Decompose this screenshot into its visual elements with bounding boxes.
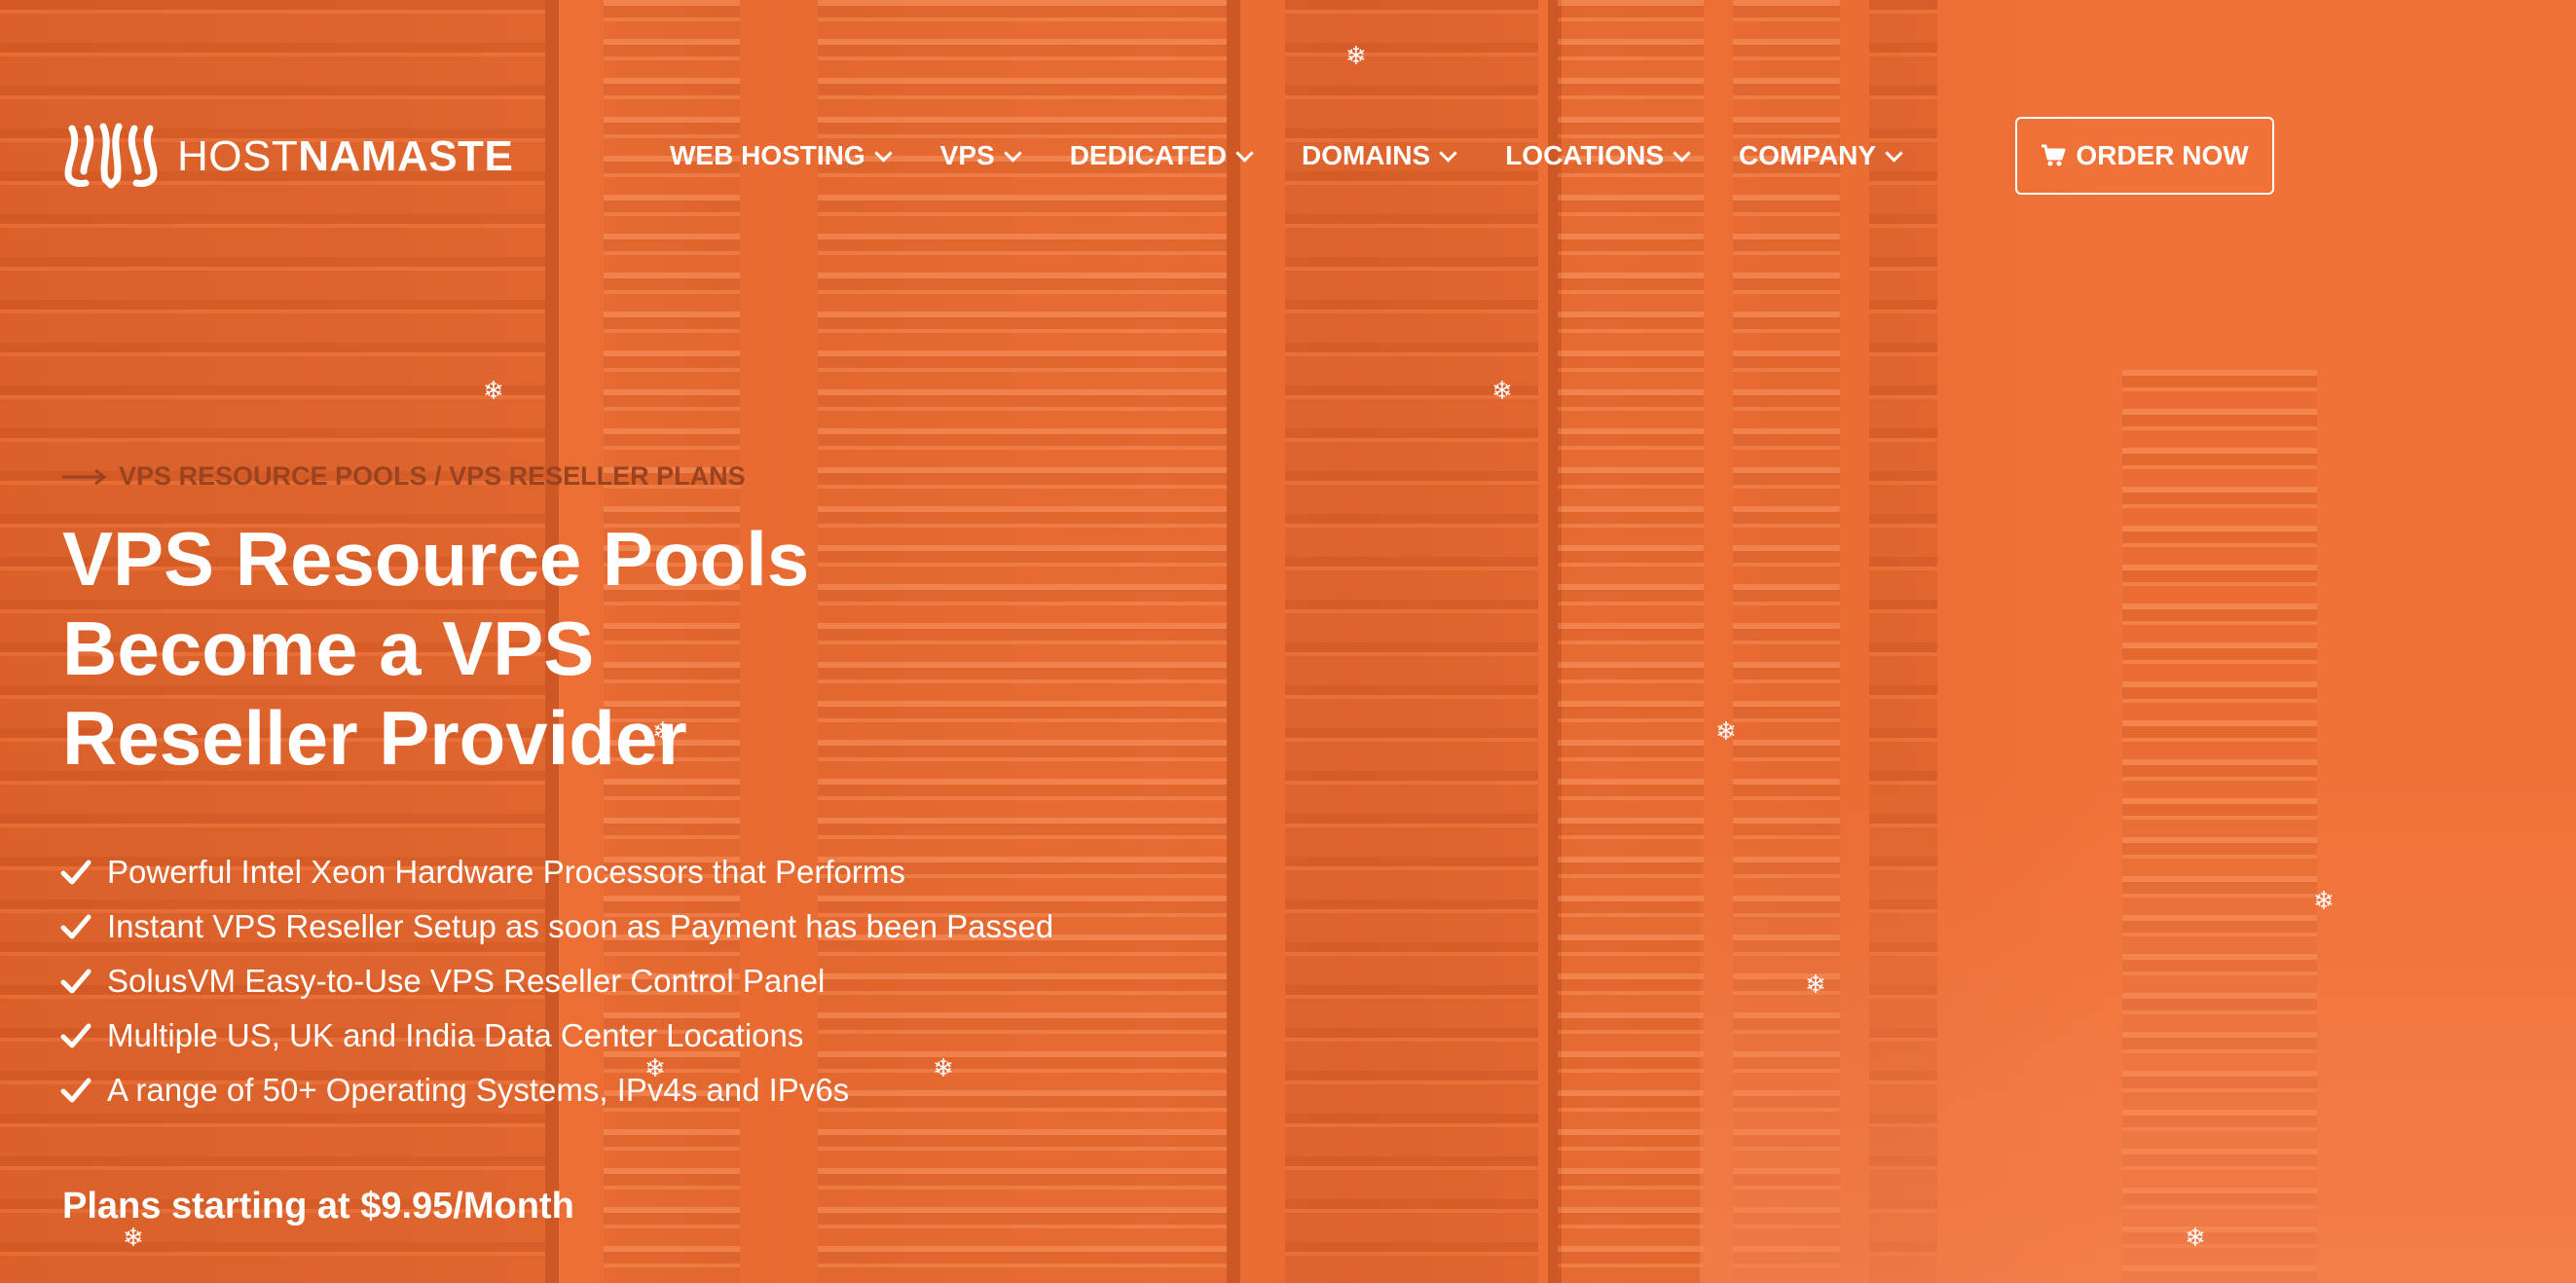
cart-icon [2042, 144, 2066, 166]
page-title: VPS Resource Pools Become a VPS Reseller… [62, 514, 809, 783]
namaste-hands-icon [64, 123, 158, 189]
snowflake-icon: ❄ [483, 376, 504, 405]
chevron-down-icon [1439, 143, 1457, 163]
chevron-down-icon [1673, 143, 1691, 163]
snowflake-icon: ❄ [123, 1223, 144, 1252]
nav-item-label: DEDICATED [1069, 140, 1227, 170]
nav-item-label: LOCATIONS [1505, 140, 1665, 170]
pricing-text: Plans starting at $9.95/Month [62, 1186, 574, 1227]
title-line: Reseller Provider [62, 695, 687, 781]
feature-text: Multiple US, UK and India Data Center Lo… [107, 1017, 804, 1053]
feature-item: Instant VPS Reseller Setup as soon as Pa… [60, 899, 1053, 954]
feature-item: A range of 50+ Operating Systems, IPv4s … [60, 1063, 1053, 1118]
brand-name-bold: NAMASTE [298, 132, 514, 180]
nav-item-label: COMPANY [1739, 140, 1877, 170]
nav-item-dedicated[interactable]: DEDICATED [1069, 140, 1254, 171]
feature-text: SolusVM Easy-to-Use VPS Reseller Control… [107, 963, 826, 999]
feature-list: Powerful Intel Xeon Hardware Processors … [60, 845, 1053, 1118]
chevron-down-icon [1885, 143, 1903, 163]
breadcrumb-current: VPS RESELLER PLANS [449, 461, 746, 491]
snowflake-icon: ❄ [1805, 970, 1826, 999]
snowflake-icon: ❄ [2185, 1223, 2206, 1252]
brand-logo[interactable]: HOSTNAMASTE [62, 123, 513, 191]
breadcrumb-link-vps-resource-pools[interactable]: VPS RESOURCE POOLS [119, 461, 427, 492]
checkmark-icon [60, 914, 92, 939]
feature-item: SolusVM Easy-to-Use VPS Reseller Control… [60, 954, 1053, 1008]
nav-item-label: DOMAINS [1301, 140, 1431, 170]
chevron-down-icon [873, 143, 893, 163]
breadcrumb: VPS RESOURCE POOLS / VPS RESELLER PLANS [62, 461, 746, 492]
chevron-down-icon [1235, 143, 1254, 163]
snowflake-icon: ❄ [1715, 716, 1737, 746]
nav-item-label: WEB HOSTING [670, 140, 865, 170]
arrow-right-icon [62, 468, 107, 485]
nav-item-domains[interactable]: DOMAINS [1301, 140, 1457, 171]
main-nav: WEB HOSTING VPS DEDICATED DOMAINS LOCATI… [670, 140, 1951, 171]
breadcrumb-separator: / [426, 461, 450, 491]
checkmark-icon [60, 969, 92, 994]
nav-item-label: VPS [939, 140, 995, 170]
snowflake-icon: ❄ [1345, 41, 1367, 70]
chevron-down-icon [1004, 143, 1022, 163]
feature-item: Powerful Intel Xeon Hardware Processors … [60, 845, 1053, 899]
nav-item-vps[interactable]: VPS [939, 140, 1022, 171]
nav-item-locations[interactable]: LOCATIONS [1505, 140, 1691, 171]
checkmark-icon [60, 1078, 92, 1103]
title-line: VPS Resource Pools [62, 516, 810, 602]
brand-name: HOSTNAMASTE [177, 132, 513, 181]
nav-item-web-hosting[interactable]: WEB HOSTING [670, 140, 893, 171]
feature-text: Instant VPS Reseller Setup as soon as Pa… [107, 908, 1054, 944]
order-now-label: ORDER NOW [2076, 140, 2249, 170]
nav-item-company[interactable]: COMPANY [1739, 140, 1903, 171]
order-now-button[interactable]: ORDER NOW [2015, 117, 2274, 195]
feature-item: Multiple US, UK and India Data Center Lo… [60, 1008, 1053, 1063]
checkmark-icon [60, 1023, 92, 1048]
feature-text: A range of 50+ Operating Systems, IPv4s … [107, 1072, 850, 1108]
brand-name-light: HOST [177, 132, 299, 180]
checkmark-icon [60, 860, 92, 885]
feature-text: Powerful Intel Xeon Hardware Processors … [107, 854, 905, 890]
title-line: Become a VPS [62, 605, 595, 691]
snowflake-icon: ❄ [2313, 886, 2335, 915]
hero-section: ❄ ❄ ❄ ❄ ❄ ❄ ❄ ❄ ❄ ❄ ❄ HOSTNAMASTE WEB HO… [0, 0, 2576, 1283]
site-header: HOSTNAMASTE WEB HOSTING VPS DEDICATED DO… [62, 115, 2514, 199]
snowflake-icon: ❄ [1491, 376, 1513, 405]
